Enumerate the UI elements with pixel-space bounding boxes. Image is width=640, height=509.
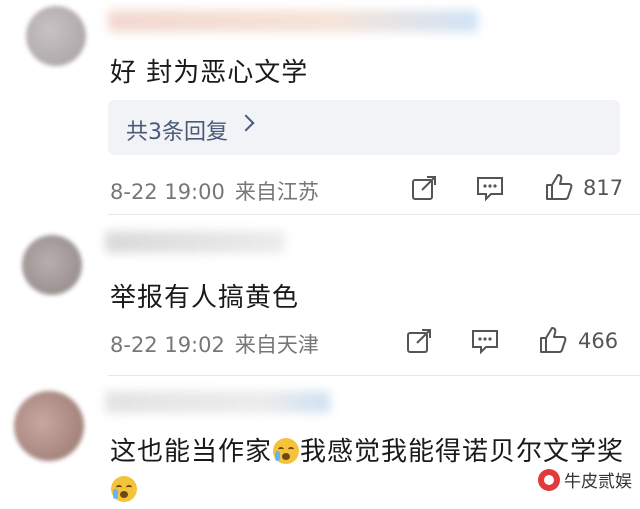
comment-location: 来自天津: [234, 333, 319, 357]
reply-count-label: 共3条回复: [126, 120, 228, 145]
avatar[interactable]: [14, 391, 84, 461]
reply-thread-button[interactable]: 共3条回复: [108, 100, 620, 155]
avatar[interactable]: [22, 235, 82, 295]
crying-emoji-icon: [111, 476, 137, 502]
comment-text-part2: 我感觉我能得诺贝尔文学奖: [300, 437, 625, 467]
comment-text: 好 封为恶心文学: [110, 58, 309, 88]
like-icon[interactable]: [543, 171, 575, 203]
watermark-logo-icon: [538, 468, 560, 491]
crying-emoji-icon: [273, 438, 300, 464]
comment-2: 举报有人搞黄色 8-22 19:02 来自天津 466: [0, 215, 640, 376]
comment-meta: 8-22 19:00 来自江苏: [110, 176, 319, 206]
comment-1: 好 封为恶心文学 共3条回复 8-22 19:00 来自江苏 817: [0, 0, 640, 215]
comment-location: 来自江苏: [234, 180, 319, 204]
comment-date: 8-22 19:02: [110, 333, 225, 357]
avatar[interactable]: [26, 6, 86, 66]
watermark-text: 牛皮贰娱: [564, 472, 632, 492]
comment-text-part1: 这也能当作家: [110, 437, 273, 467]
username-blurred[interactable]: [105, 391, 330, 413]
comment-icon[interactable]: [475, 174, 505, 202]
comment-meta: 8-22 19:02 来自天津: [110, 329, 319, 359]
share-icon[interactable]: [410, 174, 438, 202]
username-blurred[interactable]: [105, 231, 285, 253]
comment-icon[interactable]: [470, 327, 500, 355]
comment-text: 举报有人搞黄色: [110, 283, 300, 313]
comment-date: 8-22 19:00: [110, 180, 225, 204]
like-icon[interactable]: [537, 324, 569, 356]
username-blurred[interactable]: [108, 10, 478, 32]
watermark: 牛皮贰娱: [538, 467, 632, 492]
like-count: 466: [578, 329, 619, 353]
chevron-right-icon: [237, 114, 255, 132]
like-count: 817: [583, 176, 624, 200]
share-icon[interactable]: [405, 327, 433, 355]
